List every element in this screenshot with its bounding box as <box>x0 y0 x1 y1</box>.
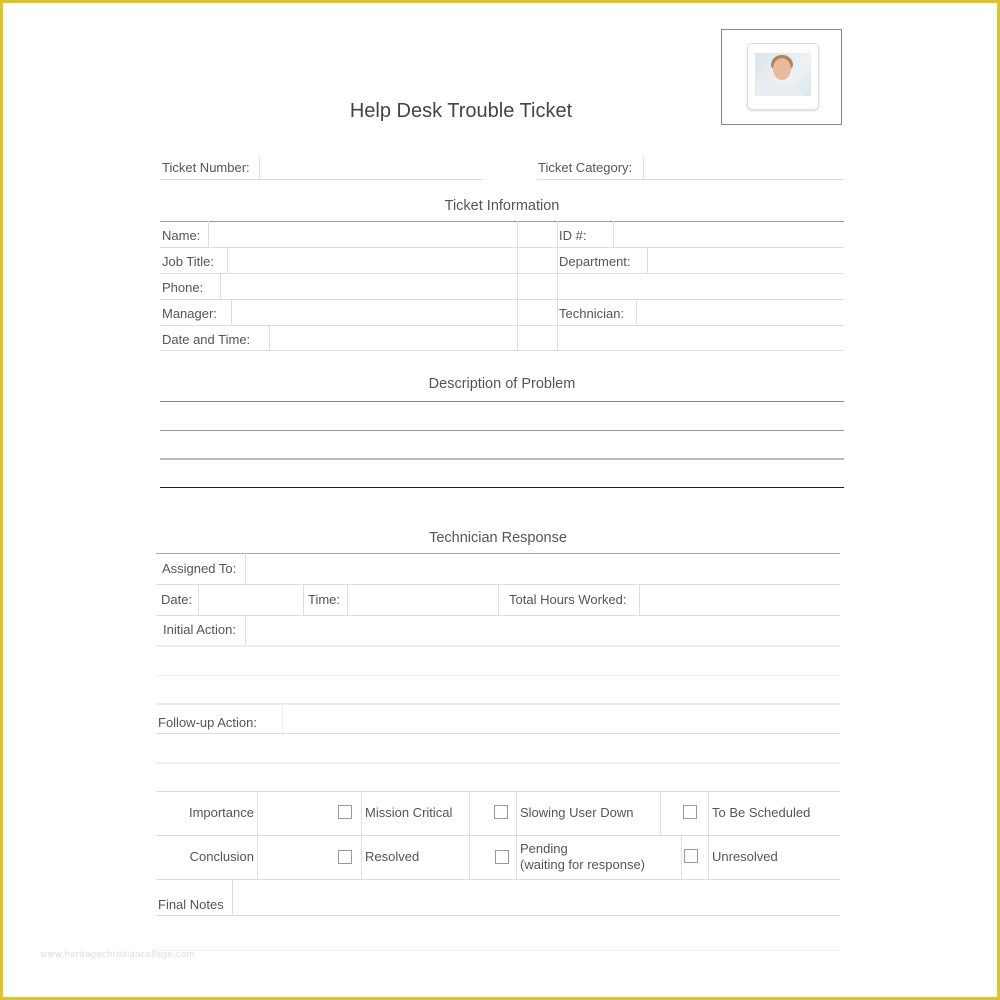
blank-right-field[interactable] <box>559 274 843 299</box>
assigned-to-label: Assigned To: <box>162 561 237 576</box>
id-field[interactable] <box>615 222 843 247</box>
total-hours-field[interactable] <box>641 585 840 615</box>
conclusion-label: Conclusion <box>189 849 254 864</box>
unresolved-checkbox[interactable] <box>684 849 698 863</box>
date-label: Date: <box>161 592 193 607</box>
job-title-label: Job Title: <box>162 254 215 269</box>
description-line-2[interactable] <box>160 431 844 458</box>
slowing-user-down-label: Slowing User Down <box>520 805 634 820</box>
manager-label: Manager: <box>162 306 217 321</box>
id-label: ID #: <box>559 228 587 243</box>
pending-label: Pending <box>520 841 568 856</box>
ticket-number-label: Ticket Number: <box>162 160 250 175</box>
manager-field[interactable] <box>233 300 516 325</box>
user-photo-icon <box>755 53 811 96</box>
resolved-checkbox[interactable] <box>338 850 352 864</box>
pending-sublabel: (waiting for response) <box>520 857 645 872</box>
to-be-scheduled-label: To Be Scheduled <box>712 805 811 820</box>
followup-action-field[interactable] <box>284 705 840 791</box>
total-hours-label: Total Hours Worked: <box>509 592 627 607</box>
description-line-1[interactable] <box>160 402 844 430</box>
job-title-field[interactable] <box>229 248 516 273</box>
name-label: Name: <box>162 228 201 243</box>
importance-label: Importance <box>188 805 254 820</box>
initial-action-label: Initial Action: <box>163 622 236 637</box>
department-label: Department: <box>559 254 631 269</box>
technician-field[interactable] <box>638 300 843 325</box>
watermark: www.heritagechristiancollege.com <box>40 950 195 960</box>
phone-field[interactable] <box>222 274 516 299</box>
photo-card <box>747 43 819 110</box>
resolved-label: Resolved <box>365 849 420 864</box>
unresolved-label: Unresolved <box>712 849 778 864</box>
phone-label: Phone: <box>162 280 204 295</box>
time-field[interactable] <box>349 585 497 615</box>
description-heading: Description of Problem <box>428 376 576 392</box>
ticket-number-field[interactable] <box>262 157 482 179</box>
final-notes-label: Final Notes <box>158 897 224 912</box>
name-field[interactable] <box>210 222 516 247</box>
technician-label: Technician: <box>559 306 625 321</box>
description-line-3[interactable] <box>160 460 844 487</box>
date-time-label: Date and Time: <box>162 332 251 347</box>
time-label: Time: <box>308 592 341 607</box>
mission-critical-label: Mission Critical <box>365 805 453 820</box>
date-time-field[interactable] <box>271 326 516 351</box>
to-be-scheduled-checkbox[interactable] <box>683 805 697 819</box>
mission-critical-checkbox[interactable] <box>338 805 352 819</box>
photo-frame <box>721 29 842 125</box>
pending-checkbox[interactable] <box>495 850 509 864</box>
followup-action-label: Follow-up Action: <box>158 715 257 730</box>
ticket-category-label: Ticket Category: <box>538 160 633 175</box>
technician-response-heading: Technician Response <box>429 530 567 546</box>
slowing-user-down-checkbox[interactable] <box>494 805 508 819</box>
ticket-information-heading: Ticket Information <box>444 198 560 214</box>
assigned-to-field[interactable] <box>247 554 840 584</box>
blank-right-field-2[interactable] <box>559 326 843 351</box>
date-field[interactable] <box>200 585 302 615</box>
initial-action-field[interactable] <box>247 616 840 704</box>
ticket-category-field[interactable] <box>646 157 843 179</box>
department-field[interactable] <box>649 248 843 273</box>
